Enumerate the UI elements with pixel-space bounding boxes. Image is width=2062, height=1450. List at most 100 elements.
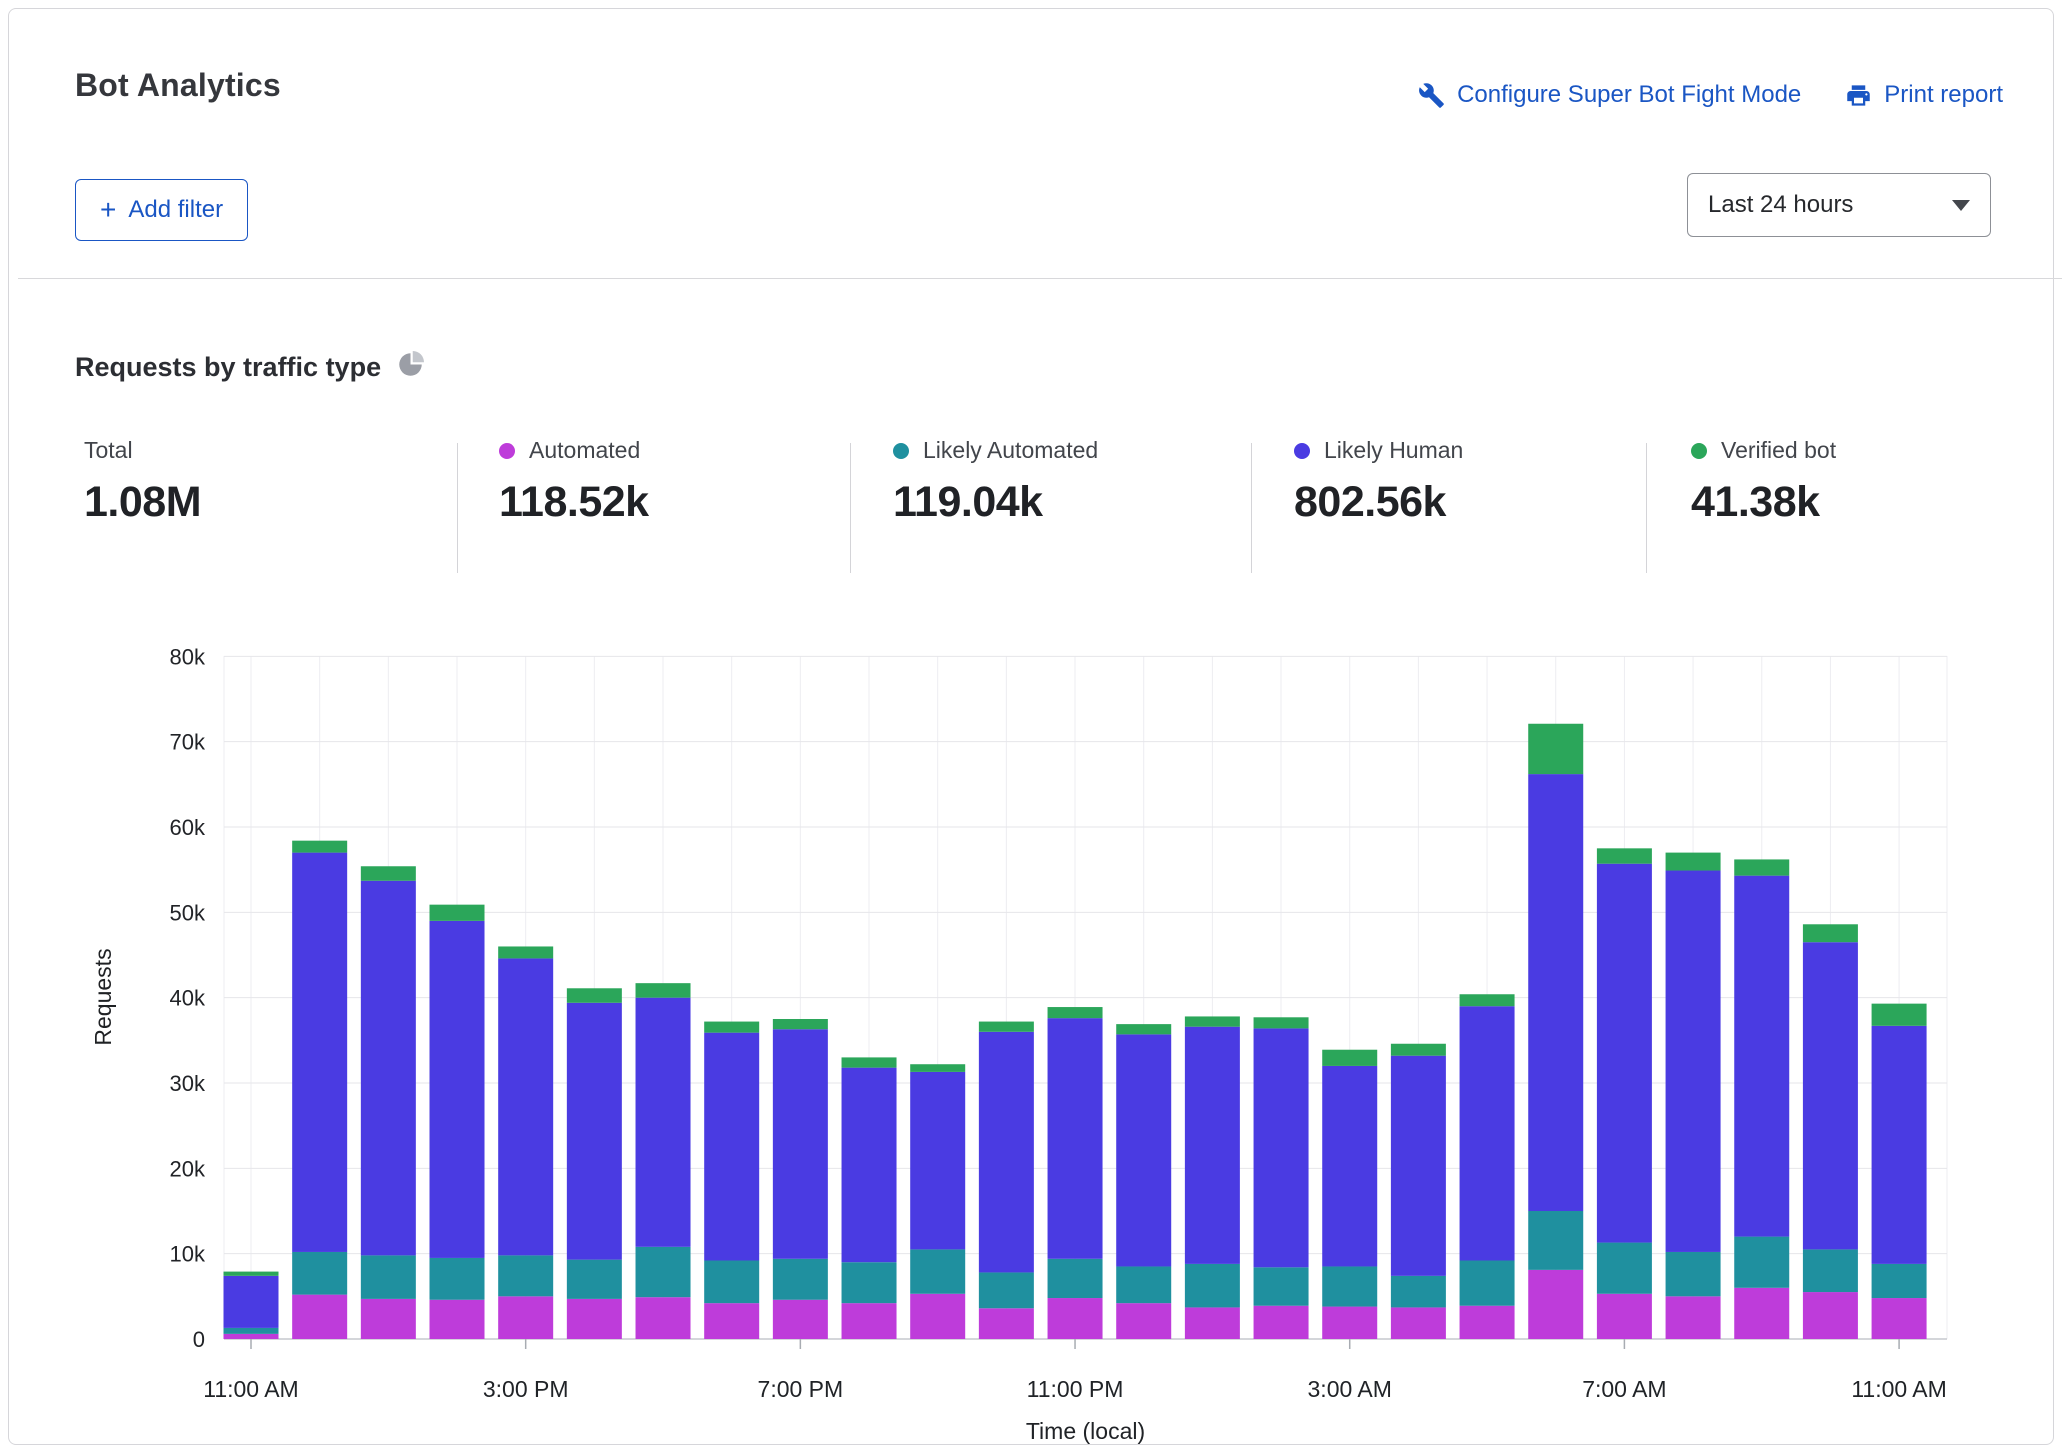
bar-segment[interactable] [292, 1252, 347, 1295]
bar-segment[interactable] [1116, 1303, 1171, 1339]
bar-segment[interactable] [1185, 1307, 1240, 1339]
bar-segment[interactable] [1254, 1306, 1309, 1339]
bar-segment[interactable] [636, 998, 691, 1247]
bar-segment[interactable] [704, 1033, 759, 1261]
bar-segment[interactable] [704, 1022, 759, 1033]
bar-segment[interactable] [567, 1260, 622, 1299]
bar-segment[interactable] [224, 1276, 279, 1328]
bar-segment[interactable] [1460, 1260, 1515, 1305]
bar-segment[interactable] [773, 1300, 828, 1339]
bar-segment[interactable] [1322, 1066, 1377, 1267]
requests-by-traffic-type-chart[interactable]: 010k20k30k40k50k60k70k80kRequests11:00 A… [9, 609, 2062, 1450]
bar-segment[interactable] [1460, 1306, 1515, 1339]
bar-segment[interactable] [773, 1019, 828, 1029]
bar-segment[interactable] [910, 1064, 965, 1072]
bar-segment[interactable] [224, 1328, 279, 1334]
bar-segment[interactable] [498, 1255, 553, 1296]
bar-segment[interactable] [979, 1272, 1034, 1308]
time-range-select[interactable]: Last 24 hours [1687, 173, 1991, 237]
bar-segment[interactable] [1528, 1211, 1583, 1270]
bar-segment[interactable] [1460, 994, 1515, 1006]
bar-segment[interactable] [361, 881, 416, 1256]
bar-segment[interactable] [498, 1296, 553, 1339]
bar-segment[interactable] [1872, 1264, 1927, 1298]
bar-segment[interactable] [842, 1303, 897, 1339]
bar-segment[interactable] [704, 1303, 759, 1339]
bar-segment[interactable] [1391, 1056, 1446, 1276]
bar-segment[interactable] [567, 988, 622, 1003]
bar-segment[interactable] [1254, 1017, 1309, 1028]
print-report-link[interactable]: Print report [1845, 81, 2003, 109]
bar-segment[interactable] [1734, 1288, 1789, 1339]
bar-segment[interactable] [1803, 1292, 1858, 1339]
bar-segment[interactable] [1322, 1307, 1377, 1339]
bar-segment[interactable] [1116, 1034, 1171, 1266]
bar-segment[interactable] [1872, 1298, 1927, 1339]
bar-segment[interactable] [1322, 1050, 1377, 1066]
bar-segment[interactable] [1803, 942, 1858, 1249]
bar-segment[interactable] [636, 1247, 691, 1297]
bar-segment[interactable] [1116, 1266, 1171, 1303]
bar-segment[interactable] [773, 1029, 828, 1259]
configure-super-bot-fight-mode-link[interactable]: Configure Super Bot Fight Mode [1418, 81, 1801, 109]
bar-segment[interactable] [361, 866, 416, 881]
bar-segment[interactable] [1322, 1266, 1377, 1306]
bar-segment[interactable] [842, 1068, 897, 1263]
bar-segment[interactable] [1528, 724, 1583, 774]
bar-segment[interactable] [567, 1003, 622, 1260]
bar-segment[interactable] [1048, 1007, 1103, 1018]
bar-segment[interactable] [1116, 1024, 1171, 1034]
bar-segment[interactable] [292, 841, 347, 853]
bar-segment[interactable] [1185, 1264, 1240, 1308]
bar-segment[interactable] [430, 905, 485, 921]
bar-segment[interactable] [842, 1262, 897, 1303]
bar-segment[interactable] [773, 1259, 828, 1300]
bar-segment[interactable] [1185, 1016, 1240, 1026]
bar-segment[interactable] [842, 1057, 897, 1067]
bar-segment[interactable] [704, 1260, 759, 1303]
bar-segment[interactable] [1048, 1298, 1103, 1339]
bar-segment[interactable] [1254, 1028, 1309, 1267]
bar-segment[interactable] [1872, 1026, 1927, 1264]
bar-segment[interactable] [910, 1072, 965, 1249]
bar-segment[interactable] [1597, 1294, 1652, 1339]
bar-segment[interactable] [1734, 1237, 1789, 1288]
bar-segment[interactable] [1185, 1027, 1240, 1264]
bar-segment[interactable] [636, 1297, 691, 1339]
bar-segment[interactable] [224, 1272, 279, 1276]
bar-segment[interactable] [1666, 871, 1721, 1252]
bar-segment[interactable] [292, 1295, 347, 1339]
bar-segment[interactable] [1528, 774, 1583, 1211]
bar-segment[interactable] [979, 1022, 1034, 1032]
bar-segment[interactable] [910, 1294, 965, 1339]
bar-segment[interactable] [1734, 876, 1789, 1237]
bar-segment[interactable] [979, 1032, 1034, 1273]
bar-segment[interactable] [1666, 1296, 1721, 1339]
bar-segment[interactable] [498, 958, 553, 1255]
bar-segment[interactable] [979, 1308, 1034, 1339]
bar-segment[interactable] [292, 853, 347, 1252]
add-filter-button[interactable]: + Add filter [75, 179, 248, 241]
bar-segment[interactable] [1528, 1270, 1583, 1339]
bar-segment[interactable] [1597, 864, 1652, 1243]
bar-segment[interactable] [224, 1334, 279, 1339]
bar-segment[interactable] [636, 983, 691, 998]
bar-segment[interactable] [1872, 1004, 1927, 1026]
bar-segment[interactable] [1666, 1252, 1721, 1296]
bar-segment[interactable] [1254, 1267, 1309, 1305]
bar-segment[interactable] [1803, 1249, 1858, 1292]
bar-segment[interactable] [910, 1249, 965, 1293]
bar-segment[interactable] [567, 1299, 622, 1339]
bar-segment[interactable] [1048, 1259, 1103, 1298]
bar-segment[interactable] [1460, 1006, 1515, 1260]
bar-segment[interactable] [1048, 1018, 1103, 1259]
bar-segment[interactable] [1666, 853, 1721, 871]
bar-segment[interactable] [1391, 1276, 1446, 1308]
bar-segment[interactable] [1391, 1044, 1446, 1056]
bar-segment[interactable] [361, 1255, 416, 1299]
bar-segment[interactable] [498, 946, 553, 958]
bar-segment[interactable] [430, 1300, 485, 1339]
bar-segment[interactable] [1391, 1307, 1446, 1339]
bar-segment[interactable] [430, 1258, 485, 1300]
bar-segment[interactable] [430, 921, 485, 1258]
